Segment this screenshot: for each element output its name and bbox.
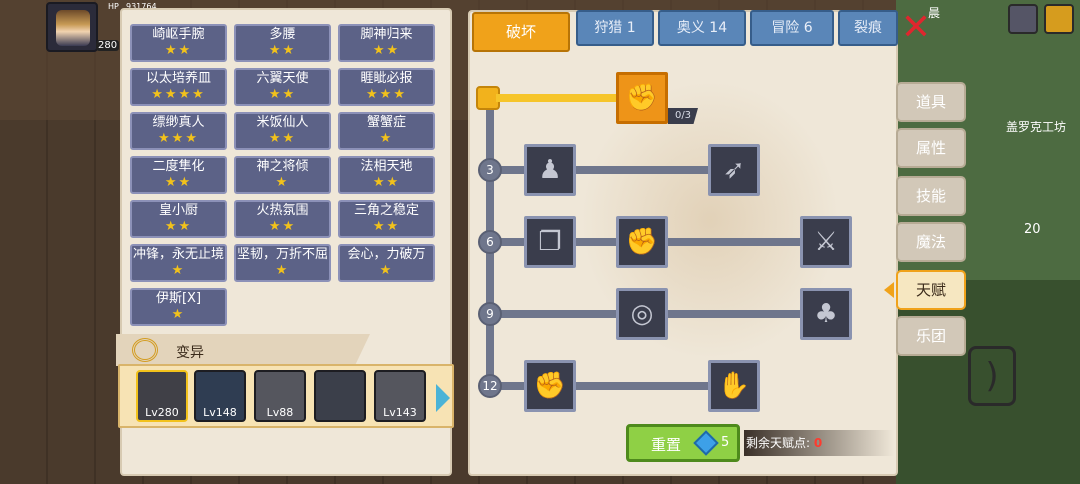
skill-card[interactable]: 米饭仙人 ★★ — [234, 112, 331, 150]
skill-card[interactable]: 崎岖手腕 ★★ — [130, 24, 227, 62]
hp-label-text: HP — [108, 2, 119, 11]
hero-slot[interactable]: Lv88 — [254, 370, 306, 422]
skill-card[interactable]: 冲锋，永无止境 ★ — [130, 244, 227, 282]
item-count: 20 — [1024, 222, 1041, 237]
ripple-icon[interactable]: ◎ — [616, 288, 668, 340]
mutation-label: 变异 — [176, 345, 204, 361]
skill-card[interactable]: 缥缈真人 ★★★ — [130, 112, 227, 150]
globe-icon[interactable] — [1008, 4, 1038, 34]
skill-card[interactable]: 皇小厨 ★★ — [130, 200, 227, 238]
fist-icon[interactable]: ✋ — [708, 360, 760, 412]
skill-card[interactable]: 二度隼化 ★★ — [130, 156, 227, 194]
tab-adventure[interactable]: 冒险 6 — [750, 10, 834, 46]
arm-wrestle-icon[interactable]: ✊ — [616, 72, 668, 124]
skill-card[interactable]: 火热氛围 ★★ — [234, 200, 331, 238]
side-menu-skills[interactable]: 技能 — [896, 176, 966, 216]
side-menu-band[interactable]: 乐团 — [896, 316, 966, 356]
level-marker: 6 — [478, 230, 502, 254]
player-avatar[interactable] — [46, 2, 98, 52]
expand-icon[interactable] — [1044, 4, 1074, 34]
side-menu-magic[interactable]: 魔法 — [896, 222, 966, 262]
skill-card[interactable]: 六翼天使 ★★ — [234, 68, 331, 106]
scroll-right-arrow-icon[interactable] — [436, 384, 450, 412]
skill-card[interactable]: 坚韧，万折不屈 ★ — [234, 244, 331, 282]
side-menu-attributes[interactable]: 属性 — [896, 128, 966, 168]
sword-strike-icon[interactable]: ⚔ — [800, 216, 852, 268]
level-marker: 9 — [478, 302, 502, 326]
skill-card[interactable]: 会心，力破万 ★ — [338, 244, 435, 282]
cards-icon[interactable]: ❐ — [524, 216, 576, 268]
tab-rift[interactable]: 裂痕 — [838, 10, 898, 46]
reset-button[interactable]: 重置 5 — [626, 424, 740, 462]
skill-card[interactable]: 多腰 ★★ — [234, 24, 331, 62]
diamond-gem-icon — [693, 430, 719, 456]
arrow-icon[interactable]: ➶ — [708, 144, 760, 196]
skill-card[interactable]: 伊斯[X] ★ — [130, 288, 227, 326]
skill-card[interactable]: 三角之稳定 ★★ — [338, 200, 435, 238]
tab-hunting[interactable]: 狩猎 1 — [576, 10, 654, 46]
remaining-points: 剩余天赋点: 0 — [744, 430, 894, 456]
skill-card[interactable]: 睚眦必报 ★★★ — [338, 68, 435, 106]
bow-icon[interactable]: ) — [968, 346, 1016, 406]
top-right-label: 晨 — [928, 6, 941, 20]
hero-slot[interactable]: Lv280 — [136, 370, 188, 422]
skill-card[interactable]: 脚神归来 ★★ — [338, 24, 435, 62]
remaining-value: 0 — [813, 436, 823, 450]
shop-sign: 盖罗克工坊 — [1006, 120, 1067, 134]
talent-count: 0/3 — [668, 108, 698, 124]
side-menu-talent[interactable]: 天赋 — [896, 270, 966, 310]
tab-secret[interactable]: 奥义 14 — [658, 10, 746, 46]
remaining-label: 剩余天赋点: — [746, 436, 811, 450]
level-marker: 12 — [478, 374, 502, 398]
bat-icon[interactable]: ♣ — [800, 288, 852, 340]
hero-slot[interactable]: Lv143 — [374, 370, 426, 422]
hero-slot[interactable]: Lv148 — [194, 370, 246, 422]
tab-destruction[interactable]: 破坏 — [472, 12, 570, 52]
tree-active-line — [496, 94, 626, 102]
skill-card[interactable]: 蟹蟹症 ★ — [338, 112, 435, 150]
body-icon[interactable]: ♟ — [524, 144, 576, 196]
dna-helix-icon — [132, 338, 158, 362]
reset-cost: 5 — [721, 435, 730, 450]
skill-card[interactable]: 以太培养皿 ★★★★ — [130, 68, 227, 106]
punch-icon[interactable]: ✊ — [616, 216, 668, 268]
side-menu-items[interactable]: 道具 — [896, 82, 966, 122]
skill-card[interactable]: 法相天地 ★★ — [338, 156, 435, 194]
raised-fist-icon[interactable]: ✊ — [524, 360, 576, 412]
level-marker: 3 — [478, 158, 502, 182]
active-indicator-icon — [884, 282, 894, 298]
skill-card[interactable]: 神之将倾 ★ — [234, 156, 331, 194]
level-badge: 280 — [96, 40, 120, 51]
hero-slot[interactable] — [314, 370, 366, 422]
reset-label: 重置 — [651, 436, 682, 454]
